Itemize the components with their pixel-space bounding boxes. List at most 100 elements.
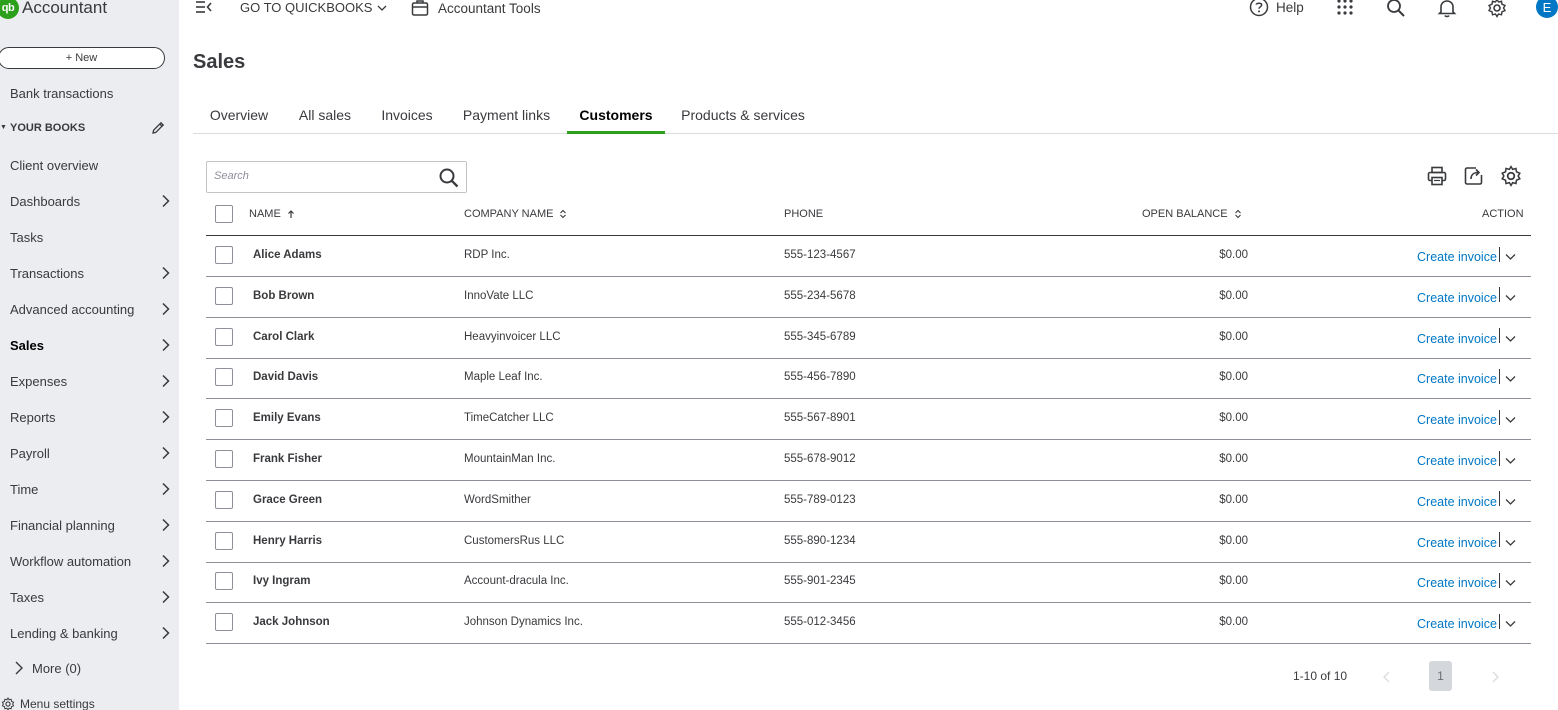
apps-grid-icon[interactable] [1336, 0, 1354, 21]
create-invoice-link[interactable]: Create invoice [1417, 332, 1497, 346]
chevron-down-icon[interactable] [1500, 411, 1516, 429]
column-header-balance[interactable]: OPEN BALANCE [1142, 208, 1242, 220]
row-checkbox[interactable] [215, 613, 233, 632]
column-header-name[interactable]: NAME [249, 208, 295, 220]
chevron-down-icon[interactable] [1500, 248, 1516, 266]
table-row[interactable]: Grace Green WordSmither 555-789-0123 $0.00 C… [206, 481, 1531, 522]
chevron-down-icon[interactable] [1500, 534, 1516, 552]
tab-invoices[interactable]: Invoices [366, 96, 448, 134]
row-checkbox[interactable] [215, 246, 233, 264]
user-avatar[interactable]: E [1536, 0, 1558, 18]
table-row[interactable]: Jack Johnson Johnson Dynamics Inc. 555-012… [206, 603, 1531, 645]
create-invoice-link[interactable]: Create invoice [1417, 536, 1497, 550]
customer-name[interactable]: Frank Fisher [253, 453, 322, 465]
search-input[interactable] [214, 170, 424, 182]
create-invoice-link[interactable]: Create invoice [1417, 372, 1497, 386]
export-icon[interactable] [1463, 165, 1485, 192]
customer-name[interactable]: Grace Green [253, 494, 322, 506]
sidebar-item-reports[interactable]: Reports [0, 399, 179, 435]
previous-page-icon[interactable] [1382, 670, 1392, 688]
sidebar-more-label: More (0) [32, 660, 82, 676]
create-invoice-link[interactable]: Create invoice [1417, 617, 1497, 631]
customer-name[interactable]: Alice Adams [253, 249, 322, 261]
row-checkbox[interactable] [215, 327, 233, 346]
customer-name[interactable]: Bob Brown [253, 290, 314, 302]
chevron-down-icon[interactable] [1500, 615, 1516, 633]
chevron-down-icon[interactable] [1500, 452, 1516, 470]
create-invoice-link[interactable]: Create invoice [1417, 291, 1497, 305]
row-checkbox[interactable] [215, 490, 233, 509]
brand[interactable]: qb Accountant [0, 0, 107, 22]
row-checkbox[interactable] [215, 572, 233, 591]
sidebar-item-advanced-accounting[interactable]: Advanced accounting [0, 291, 179, 327]
row-checkbox[interactable] [215, 450, 233, 468]
customer-name[interactable]: Jack Johnson [253, 616, 330, 628]
accountant-tools-button[interactable]: Accountant Tools [411, 0, 541, 17]
chevron-down-icon[interactable] [1500, 493, 1516, 511]
chevron-down-icon[interactable] [1500, 370, 1516, 388]
table-row[interactable]: Alice Adams RDP Inc. 555-123-4567 $0.00 Crea… [206, 236, 1531, 277]
gear-icon[interactable] [1487, 0, 1507, 23]
chevron-down-icon[interactable] [1500, 289, 1516, 307]
row-checkbox[interactable] [215, 409, 233, 428]
table-row[interactable]: Emily Evans TimeCatcher LLC 555-567-8901 $0… [206, 399, 1531, 441]
sidebar-item-lending-banking[interactable]: Lending & banking [0, 615, 179, 651]
sidebar-item-sales[interactable]: Sales [0, 327, 179, 363]
sidebar-item-workflow-automation[interactable]: Workflow automation [0, 543, 179, 579]
tab-customers[interactable]: Customers [567, 96, 665, 134]
sidebar-item-tasks[interactable]: Tasks [0, 219, 179, 255]
sidebar-item-client-overview[interactable]: Client overview [0, 147, 179, 183]
table-row[interactable]: Frank Fisher MountainMan Inc. 555-678-9012… [206, 440, 1531, 481]
create-invoice-link[interactable]: Create invoice [1417, 413, 1497, 427]
tab-all-sales[interactable]: All sales [285, 96, 365, 134]
customer-name[interactable]: David Davis [253, 371, 318, 383]
go-to-quickbooks-menu[interactable]: GO TO QUICKBOOKS [240, 0, 387, 15]
table-row[interactable]: Carol Clark Heavyinvoicer LLC 555-345-6789… [206, 318, 1531, 359]
customer-name[interactable]: Henry Harris [253, 535, 322, 547]
table-row[interactable]: Henry Harris CustomersRus LLC 555-890-1234… [206, 522, 1531, 563]
column-header-company[interactable]: COMPANY NAME [464, 208, 567, 220]
print-icon[interactable] [1426, 165, 1448, 192]
sidebar-item-payroll[interactable]: Payroll [0, 435, 179, 471]
create-invoice-link[interactable]: Create invoice [1417, 454, 1497, 468]
bell-icon[interactable] [1437, 0, 1457, 23]
chevron-down-icon[interactable] [1500, 330, 1516, 348]
table-row[interactable]: Ivy Ingram Account-dracula Inc. 555-901-23… [206, 562, 1531, 604]
tab-payment-links[interactable]: Payment links [448, 96, 565, 134]
table-row[interactable]: David Davis Maple Leaf Inc. 555-456-7890 $0… [206, 358, 1531, 400]
sidebar-section-your-books[interactable]: ▼ YOUR BOOKS [0, 117, 179, 139]
create-invoice-link[interactable]: Create invoice [1417, 495, 1497, 509]
next-page-icon[interactable] [1490, 670, 1500, 688]
customer-name[interactable]: Ivy Ingram [253, 575, 311, 587]
new-button[interactable]: + New [0, 47, 165, 69]
tab-products-services[interactable]: Products & services [667, 96, 819, 134]
table-row[interactable]: Bob Brown InnoVate LLC 555-234-5678 $0.00 Cr… [206, 277, 1531, 318]
sidebar-more[interactable]: More (0) [0, 650, 81, 686]
pencil-icon[interactable] [150, 120, 166, 139]
create-invoice-link[interactable]: Create invoice [1417, 576, 1497, 590]
search-icon[interactable] [438, 167, 460, 194]
chevron-down-icon[interactable] [1500, 574, 1516, 592]
sidebar-item-time[interactable]: Time [0, 471, 179, 507]
sidebar-item-taxes[interactable]: Taxes [0, 579, 179, 615]
customer-name[interactable]: Carol Clark [253, 331, 314, 343]
sidebar-item-financial-planning[interactable]: Financial planning [0, 507, 179, 543]
customer-search[interactable] [206, 161, 467, 193]
search-icon[interactable] [1386, 0, 1406, 23]
sidebar-item-dashboards[interactable]: Dashboards [0, 183, 179, 219]
create-invoice-link[interactable]: Create invoice [1417, 250, 1497, 264]
sidebar-item-bank-transactions[interactable]: Bank transactions [0, 75, 179, 111]
row-checkbox[interactable] [215, 286, 233, 305]
table-settings-gear-icon[interactable] [1500, 165, 1522, 192]
menu-settings[interactable]: Menu settings [0, 695, 95, 710]
tab-overview[interactable]: Overview [193, 96, 285, 134]
collapse-menu-icon[interactable] [195, 0, 213, 20]
select-all-checkbox[interactable] [215, 205, 233, 223]
sidebar-item-transactions[interactable]: Transactions [0, 255, 179, 291]
row-checkbox[interactable] [215, 531, 233, 550]
help-button[interactable]: Help [1249, 0, 1304, 17]
page-number-current[interactable]: 1 [1429, 661, 1452, 691]
row-checkbox[interactable] [215, 368, 233, 387]
sidebar-item-expenses[interactable]: Expenses [0, 363, 179, 399]
customer-name[interactable]: Emily Evans [253, 412, 321, 424]
